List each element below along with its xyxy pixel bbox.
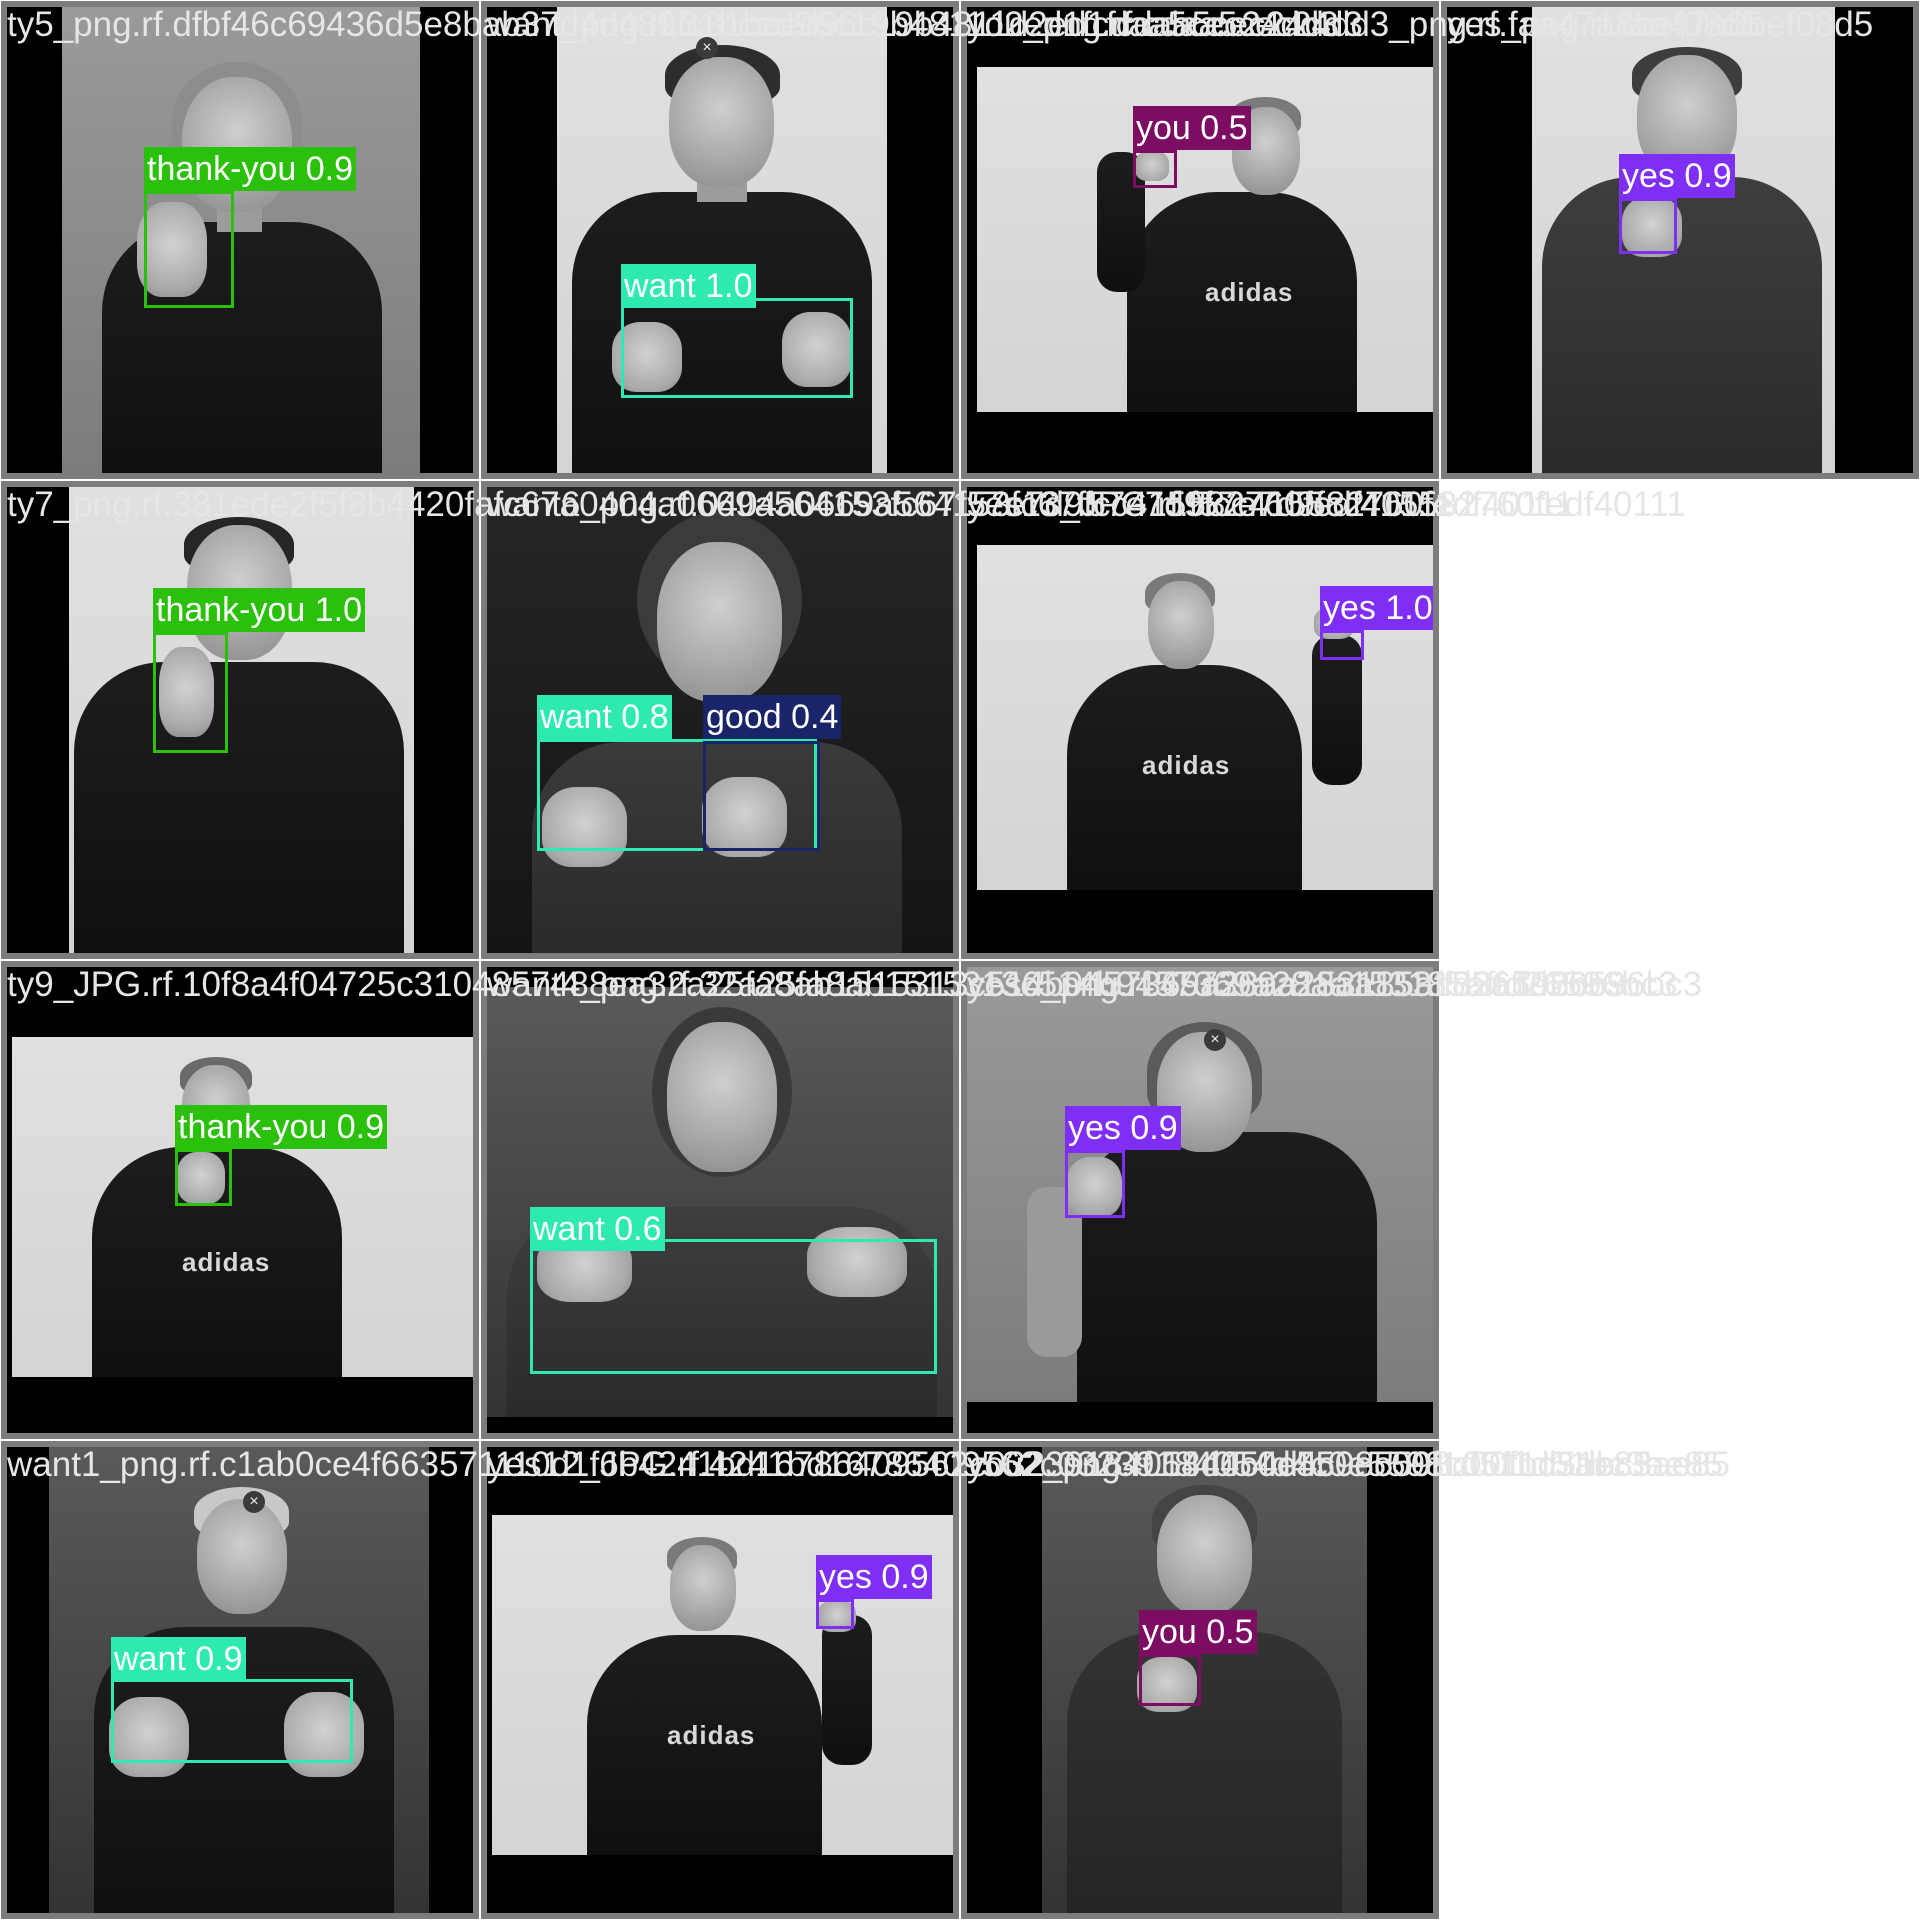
photo <box>1532 7 1835 473</box>
person-arm <box>822 1615 872 1765</box>
shirt-logo: adidas <box>182 1247 271 1277</box>
photo <box>557 7 887 473</box>
mosaic-tile-10: yes 0.9 × yes6_png.rf.457369a28aa153185a… <box>960 960 1702 1440</box>
person-torso <box>74 662 404 953</box>
tile-frame: thank-you 0.9 <box>7 7 473 473</box>
detection-label: yes 1.0 <box>1320 586 1433 630</box>
detection-label: yes 0.9 <box>1619 154 1735 198</box>
tile-frame: adidas yes 0.9 <box>487 1447 953 1913</box>
photo <box>62 7 420 473</box>
detection-box <box>1619 198 1677 254</box>
mosaic-tile-11: want 0.9 × want1_png.rf.c1ab0ce4f6635711… <box>0 1440 1652 1920</box>
person-head <box>670 1545 736 1631</box>
photo <box>69 487 414 953</box>
person-head <box>197 1499 287 1614</box>
person-head <box>669 57 774 187</box>
person-head <box>667 1022 777 1172</box>
mosaic-tile-7: adidas yes 1.0 yes13_JPG.rf.f57e7d9fcc41… <box>960 480 1686 960</box>
tile-frame: want 1.0 × <box>487 7 953 473</box>
tile-frame: adidas yes 1.0 <box>967 487 1433 953</box>
detection-label: you 0.5 <box>1133 106 1251 150</box>
photo: adidas <box>12 1037 473 1377</box>
detection-label: yes 0.9 <box>1065 1106 1181 1150</box>
tile-frame: yes 0.9 <box>1447 7 1913 473</box>
tile-filename: you2_png.rf.184054d4c0e5598c00f1d51bc3ae… <box>967 1445 1730 1484</box>
photo <box>1042 1447 1367 1913</box>
mosaic-tile-5: thank-you 1.0 ty7_png.rf.381ede2f5f8b442… <box>0 480 1454 960</box>
close-icon[interactable]: × <box>696 37 718 59</box>
tile-frame: you 0.5 <box>967 1447 1433 1913</box>
tile-frame: thank-you 1.0 <box>7 487 473 953</box>
detection-label: want 1.0 <box>621 264 756 308</box>
detection-box <box>816 1599 854 1629</box>
mosaic-tile-12: adidas yes 0.9 yes12_JPG.rf.4241bd167864… <box>480 1440 1723 1920</box>
tile-frame: adidas thank-you 0.9 <box>7 967 473 1433</box>
tile-filename: yes_png.rf.faa47a8bef08d5 <box>1447 5 1874 44</box>
person-head <box>1157 1495 1252 1615</box>
mosaic-tile-1: thank-you 0.9 ty5_png.rf.dfbf46c69436d5e… <box>0 0 1363 480</box>
detection-box <box>111 1679 353 1763</box>
detection-label: thank-you 0.9 <box>144 147 357 191</box>
detection-label: you 0.5 <box>1139 1610 1257 1654</box>
detection-label: want 0.6 <box>530 1207 665 1251</box>
tile-filename: yes6_png.rf.457369a28aa153185affd26596bc… <box>967 965 1703 1004</box>
close-icon[interactable]: × <box>1204 1029 1226 1051</box>
mosaic-tile-8: adidas thank-you 0.9 ty9_JPG.rf.10f8a4f0… <box>0 960 1626 1440</box>
mosaic-tile-4: yes 0.9 yes_png.rf.faa47a8bef08d5 <box>1440 0 1920 480</box>
detection-label: thank-you 1.0 <box>153 588 366 632</box>
detection-box <box>530 1239 937 1374</box>
detection-box <box>703 741 820 851</box>
detection-label: yes 0.9 <box>816 1555 932 1599</box>
person-torso <box>1542 177 1822 473</box>
person-head <box>657 542 782 702</box>
detection-box <box>1320 630 1364 660</box>
detection-box <box>144 191 234 308</box>
detection-box <box>621 298 853 398</box>
shirt-logo: adidas <box>1205 277 1294 307</box>
person-head <box>1148 581 1214 669</box>
detection-box <box>153 632 228 753</box>
detection-label: thank-you 0.9 <box>175 1105 388 1149</box>
mosaic-tile-9: want 0.6 want4_png.rf.32a25fa8ab1515313c… <box>480 960 1678 1440</box>
tile-filename: yes13_JPG.rf.f57e7d9fcc415582760fedf4011… <box>967 485 1686 524</box>
tile-frame: adidas you 0.5 <box>967 7 1433 473</box>
shirt-logo: adidas <box>1142 750 1231 780</box>
detection-label: want 0.9 <box>111 1637 246 1681</box>
detection-box <box>1139 1654 1201 1706</box>
detection-box <box>175 1149 232 1206</box>
person-torso <box>1067 1632 1342 1913</box>
tile-frame: want 0.6 <box>487 967 953 1433</box>
mosaic-tile-3: adidas you 0.5 you_png.rf.cdaa5cec24dd3_… <box>960 0 1761 480</box>
detection-box <box>1133 150 1177 188</box>
mosaic-tile-13: you 0.5 you2_png.rf.184054d4c0e5598c00f1… <box>960 1440 1730 1920</box>
shirt-logo: adidas <box>667 1720 756 1750</box>
mosaic-tile-2: want 1.0 × want_png.rf.31bced96c19b4811d… <box>480 0 1339 480</box>
detection-label: want 0.8 <box>537 695 672 739</box>
close-icon[interactable]: × <box>243 1491 265 1513</box>
photo <box>967 967 1433 1402</box>
mosaic-tile-6: want 0.8 good 0.4 want6_png.rf.0404a0669… <box>480 480 1574 960</box>
tile-frame: yes 0.9 × <box>967 967 1433 1433</box>
tile-frame: want 0.9 × <box>7 1447 473 1913</box>
detection-label: good 0.4 <box>703 695 842 739</box>
detection-box <box>1065 1150 1125 1218</box>
tile-frame: want 0.8 good 0.4 <box>487 487 953 953</box>
